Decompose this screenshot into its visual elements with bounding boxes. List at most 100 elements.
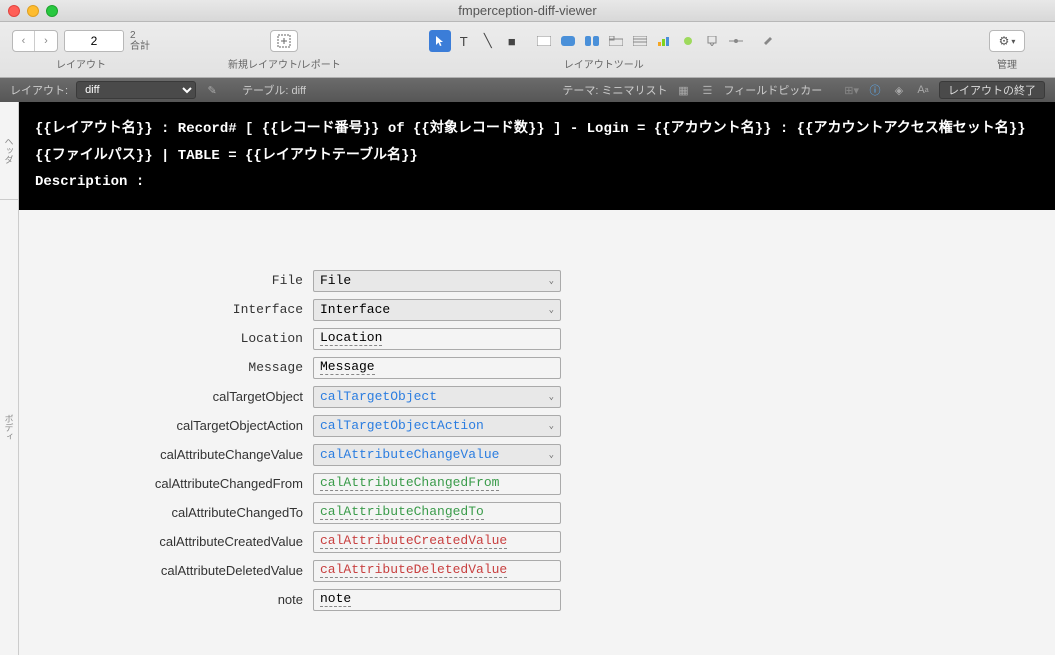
field-object[interactable]: note — [313, 589, 561, 611]
line-tool[interactable]: ╲ — [477, 30, 499, 52]
portal-tool[interactable] — [629, 30, 651, 52]
layout-tools-group: T ╲ ■ レイアウトツール — [429, 30, 779, 71]
prev-button[interactable]: ‹ — [13, 31, 35, 51]
field-label[interactable]: calAttributeChangeValue — [19, 447, 313, 462]
tab-tool[interactable] — [605, 30, 627, 52]
new-layout-button[interactable] — [270, 30, 298, 52]
chevron-down-icon: ⌄ — [549, 450, 554, 460]
list-icon[interactable]: ☰ — [699, 82, 715, 98]
form-row: calAttributeCreatedValuecalAttributeCrea… — [19, 531, 1055, 553]
field-label[interactable]: calAttributeDeletedValue — [19, 563, 313, 578]
layout-subbar: レイアウト: diff ✎ テーブル: diff テーマ: ミニマリスト ▦ ☰… — [0, 78, 1055, 102]
field-object[interactable]: File⌄ — [313, 270, 561, 292]
layout-selector-label: レイアウト: — [10, 82, 68, 98]
field-label[interactable]: calAttributeChangedTo — [19, 505, 313, 520]
form-row: calAttributeChangedFromcalAttributeChang… — [19, 473, 1055, 495]
popover-tool[interactable] — [701, 30, 723, 52]
table-label: テーブル: diff — [242, 82, 306, 98]
form-row: calAttributeChangedTocalAttributeChanged… — [19, 502, 1055, 524]
field-object[interactable]: Interface⌄ — [313, 299, 561, 321]
field-tool[interactable] — [533, 30, 555, 52]
form-row: notenote — [19, 589, 1055, 611]
layout-selector[interactable]: diff — [76, 81, 196, 99]
field-picker-label[interactable]: フィールドピッカー — [723, 82, 822, 98]
theme-label: テーマ: ミニマリスト — [562, 82, 667, 98]
field-object[interactable]: calTargetObjectAction⌄ — [313, 415, 561, 437]
manage-button[interactable]: ⚙▾ — [989, 30, 1025, 52]
field-object[interactable]: calTargetObject⌄ — [313, 386, 561, 408]
new-layout-group: 新規レイアウト/レポート — [228, 30, 341, 71]
field-object[interactable]: calAttributeDeletedValue — [313, 560, 561, 582]
field-label[interactable]: note — [19, 592, 313, 607]
titlebar: fmperception-diff-viewer — [0, 0, 1055, 22]
field-label[interactable]: Message — [19, 360, 313, 375]
body-part[interactable]: FileFile⌄InterfaceInterface⌄LocationLoca… — [19, 210, 1055, 655]
layout-total: 2 — [130, 30, 150, 41]
manage-group: ⚙▾ 管理 — [989, 30, 1025, 71]
manage-label: 管理 — [997, 56, 1017, 71]
layers-icon[interactable]: ◈ — [891, 82, 907, 98]
tool-row: T ╲ ■ — [429, 30, 779, 52]
field-label[interactable]: calTargetObject — [19, 389, 313, 404]
total-label: 合計 — [130, 41, 150, 52]
part-gutter: ヘッダ ボディ — [0, 102, 19, 655]
field-label[interactable]: File — [19, 273, 313, 288]
buttonbar-tool[interactable] — [581, 30, 603, 52]
pencil-icon[interactable]: ✎ — [204, 82, 220, 98]
chevron-down-icon: ⌄ — [549, 276, 554, 286]
layout-label: レイアウト — [56, 56, 106, 71]
form-row: FileFile⌄ — [19, 270, 1055, 292]
rect-tool[interactable]: ■ — [501, 30, 523, 52]
slider-tool[interactable] — [725, 30, 747, 52]
field-label[interactable]: calTargetObjectAction — [19, 418, 313, 433]
header-line-2[interactable]: {{ファイルパス}} | TABLE = {{レイアウトテーブル名}} — [35, 143, 1039, 170]
field-object[interactable]: Location — [313, 328, 561, 350]
field-label[interactable]: calAttributeChangedFrom — [19, 476, 313, 491]
nav-buttons: ‹ › — [12, 30, 58, 52]
chevron-down-icon: ⌄ — [549, 305, 554, 315]
form-row: calTargetObjectcalTargetObject⌄ — [19, 386, 1055, 408]
field-object[interactable]: calAttributeChangedFrom — [313, 473, 561, 495]
form-row: MessageMessage — [19, 357, 1055, 379]
gear-icon: ⚙ — [999, 34, 1010, 48]
main-area: ヘッダ ボディ {{レイアウト名}} : Record# [ {{レコード番号}… — [0, 102, 1055, 655]
webviewer-tool[interactable] — [677, 30, 699, 52]
chart-tool[interactable] — [653, 30, 675, 52]
field-label[interactable]: Interface — [19, 302, 313, 317]
chevron-down-icon: ⌄ — [549, 392, 554, 402]
header-line-3[interactable]: Description : — [35, 169, 1039, 196]
header-line-1[interactable]: {{レイアウト名}} : Record# [ {{レコード番号}} of {{対… — [35, 116, 1039, 143]
window-title: fmperception-diff-viewer — [0, 3, 1055, 18]
text-style-icon[interactable]: Aa — [915, 82, 931, 98]
next-button[interactable]: › — [35, 31, 57, 51]
tools-label: レイアウトツール — [564, 56, 644, 71]
text-tool[interactable]: T — [453, 30, 475, 52]
field-object[interactable]: calAttributeChangedTo — [313, 502, 561, 524]
chevron-down-icon: ⌄ — [549, 421, 554, 431]
exit-layout-button[interactable]: レイアウトの終了 — [939, 81, 1045, 99]
field-label[interactable]: Location — [19, 331, 313, 346]
button-tool[interactable] — [557, 30, 579, 52]
form-row: calAttributeChangeValuecalAttributeChang… — [19, 444, 1055, 466]
field-object[interactable]: calAttributeCreatedValue — [313, 531, 561, 553]
toolbar: ‹ › 2 合計 レイアウト 新規レイアウト/レポート T ╲ ■ — [0, 22, 1055, 78]
form-row: InterfaceInterface⌄ — [19, 299, 1055, 321]
layout-number-input[interactable] — [64, 30, 124, 52]
field-object[interactable]: calAttributeChangeValue⌄ — [313, 444, 561, 466]
format-painter-tool[interactable] — [757, 30, 779, 52]
form-row: calAttributeDeletedValuecalAttributeDele… — [19, 560, 1055, 582]
theme-icon[interactable]: ▦ — [675, 82, 691, 98]
field-object[interactable]: Message — [313, 357, 561, 379]
form-row: calTargetObjectActioncalTargetObjectActi… — [19, 415, 1055, 437]
new-layout-label: 新規レイアウト/レポート — [228, 56, 341, 71]
header-gutter[interactable]: ヘッダ — [0, 102, 18, 200]
layout-canvas[interactable]: {{レイアウト名}} : Record# [ {{レコード番号}} of {{対… — [19, 102, 1055, 655]
field-label[interactable]: calAttributeCreatedValue — [19, 534, 313, 549]
header-part[interactable]: {{レイアウト名}} : Record# [ {{レコード番号}} of {{対… — [19, 102, 1055, 210]
body-gutter[interactable]: ボディ — [0, 200, 18, 655]
form-row: LocationLocation — [19, 328, 1055, 350]
pointer-tool[interactable] — [429, 30, 451, 52]
info-icon[interactable]: ⓘ — [867, 82, 883, 98]
layout-nav-group: ‹ › 2 合計 レイアウト — [12, 30, 150, 71]
add-layout-icon — [277, 34, 291, 48]
